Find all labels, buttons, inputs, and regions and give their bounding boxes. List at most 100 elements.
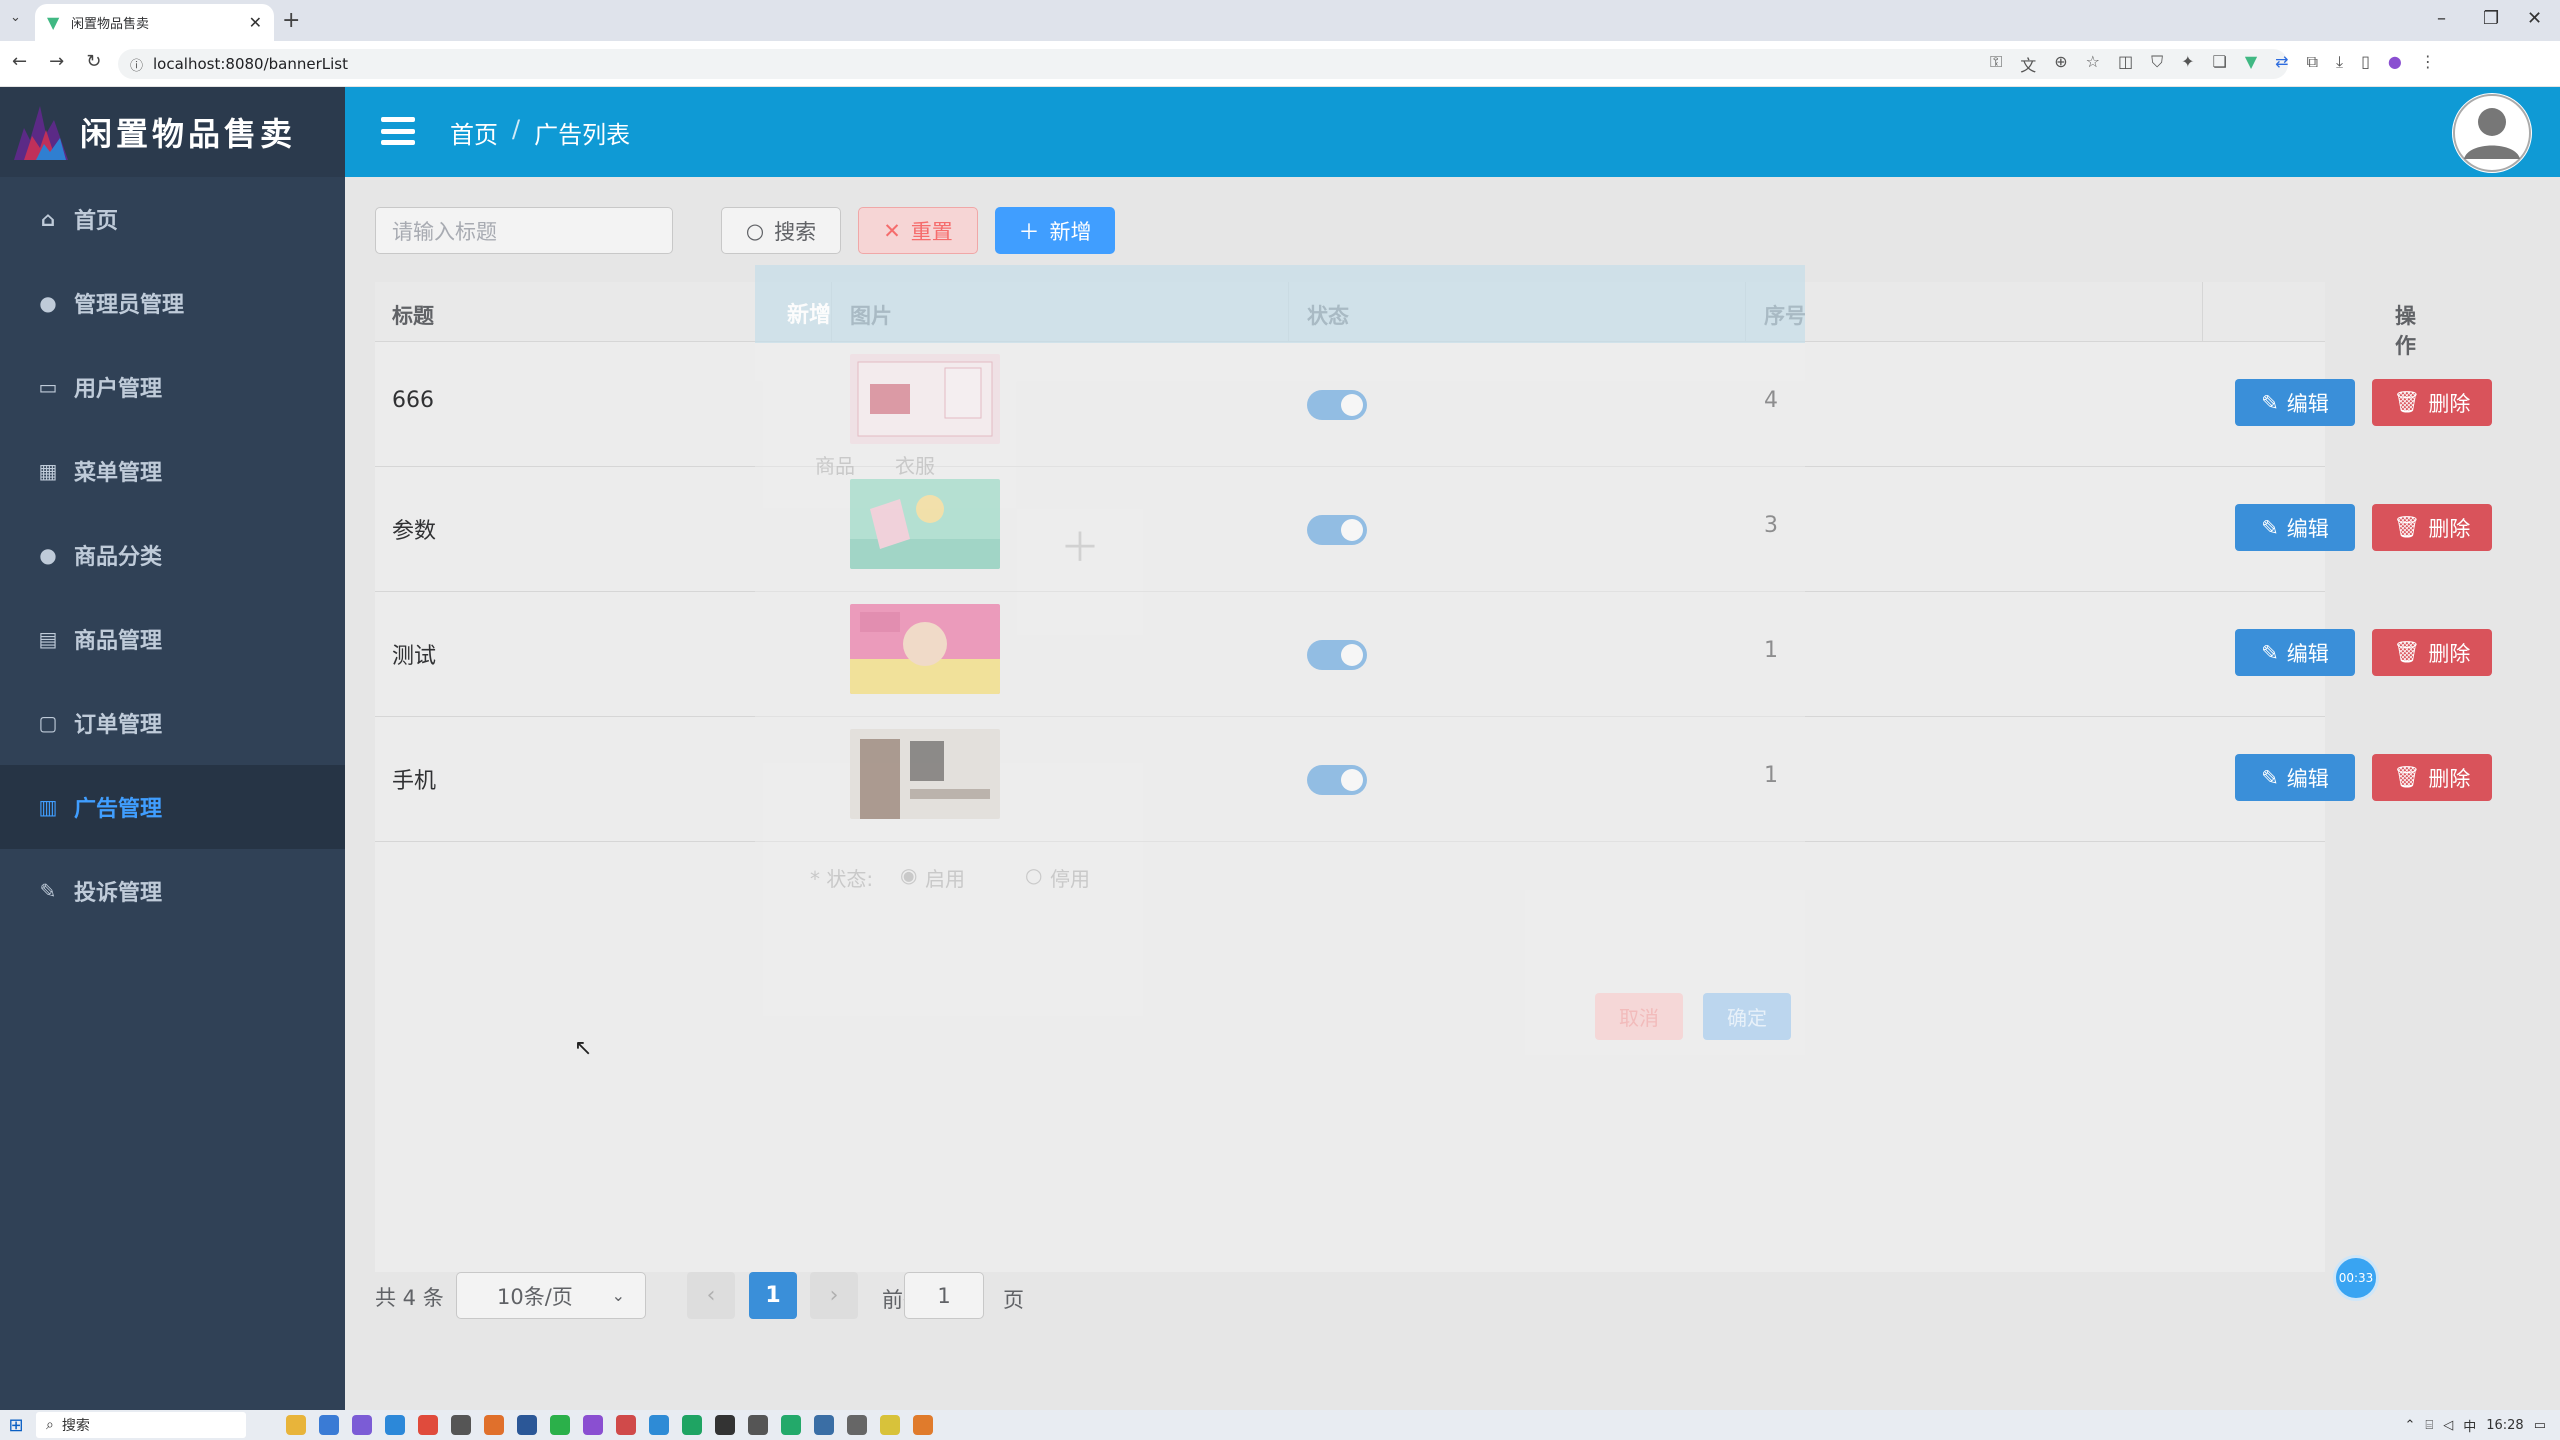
avatar[interactable] [2452, 93, 2532, 173]
download-icon[interactable]: ⤓ [2336, 52, 2343, 76]
volume-icon[interactable]: ◁ [2443, 1418, 2453, 1433]
sidebar-item-label: 投诉管理 [74, 881, 163, 906]
sidebar-item[interactable]: ▢ 订单管理 [0, 681, 345, 765]
tab-search-icon[interactable]: ⌄ [10, 10, 21, 25]
app-icon[interactable] [583, 1415, 603, 1435]
app-icon[interactable] [352, 1415, 372, 1435]
dialog-goods-value[interactable]: 衣服 [895, 450, 935, 479]
trash-icon: 🗑 [2393, 765, 2421, 789]
key-icon[interactable]: ⚿ [1990, 52, 2002, 76]
profile-icon[interactable]: ● [2388, 52, 2402, 76]
page-size-select[interactable]: 10条/页 ⌄ [456, 1272, 646, 1319]
app-icon[interactable] [385, 1415, 405, 1435]
edit-button-label: 编辑 [2286, 766, 2329, 791]
tray-chevron-icon[interactable]: ⌃ [2405, 1418, 2416, 1433]
sidebar-item[interactable]: ▤ 商品管理 [0, 597, 345, 681]
new-tab-button[interactable]: + [282, 8, 300, 33]
app-icon[interactable] [517, 1415, 537, 1435]
star-icon[interactable]: ☆ [2086, 52, 2100, 76]
back-icon[interactable]: ← [12, 51, 27, 72]
status-radio-off-icon[interactable]: ○ [1025, 863, 1042, 887]
app-icon[interactable] [748, 1415, 768, 1435]
upload-plus-icon[interactable]: ＋ [1060, 515, 1100, 573]
app-icon[interactable] [814, 1415, 834, 1435]
translate-icon[interactable]: 文 [2020, 52, 2036, 76]
tab-close-icon[interactable]: ✕ [249, 13, 262, 32]
app-icon[interactable] [451, 1415, 471, 1435]
url-text: localhost:8080/bannerList [153, 55, 348, 73]
windows-start-icon[interactable]: ⊞ [4, 1410, 28, 1440]
shield-icon[interactable]: ⛉ [2151, 52, 2163, 76]
firefox-icon[interactable] [484, 1415, 504, 1435]
delete-button[interactable]: 🗑 删除 [2372, 504, 2492, 551]
chrome-icon[interactable] [418, 1415, 438, 1435]
forward-icon[interactable]: → [49, 51, 64, 72]
prev-page-button[interactable]: ‹ [687, 1272, 735, 1319]
extensions-icon[interactable]: ⧉ [2307, 52, 2318, 76]
hamburger-icon[interactable] [381, 117, 415, 145]
delete-button[interactable]: 🗑 删除 [2372, 629, 2492, 676]
edit-button[interactable]: ✎ 编辑 [2235, 629, 2355, 676]
sidebar-item[interactable]: ✎ 投诉管理 [0, 849, 345, 933]
store-icon[interactable] [319, 1415, 339, 1435]
dialog-cancel-button[interactable]: 取消 [1595, 993, 1683, 1040]
dialog-confirm-button[interactable]: 确定 [1703, 993, 1791, 1040]
breadcrumb-home[interactable]: 首页 [450, 115, 498, 150]
notification-icon[interactable]: ▭ [2534, 1418, 2546, 1433]
app-icon[interactable] [682, 1415, 702, 1435]
sidebar-item[interactable]: ● 商品分类 [0, 513, 345, 597]
delete-button[interactable]: 🗑 删除 [2372, 379, 2492, 426]
sidebar-item[interactable]: ▭ 用户管理 [0, 345, 345, 429]
copy-icon[interactable]: ❏ [2213, 52, 2227, 76]
ime-indicator[interactable]: 中 [2463, 1416, 2476, 1435]
clock[interactable]: 16:28 [2486, 1418, 2523, 1433]
menu-icon[interactable]: ⋮ [2420, 52, 2436, 76]
sidebar-item[interactable]: ⌂ 首页 [0, 177, 345, 261]
delete-button[interactable]: 🗑 删除 [2372, 754, 2492, 801]
edit-button[interactable]: ✎ 编辑 [2235, 504, 2355, 551]
translate-ext-icon[interactable]: ⇄ [2275, 52, 2288, 76]
add-button[interactable]: ＋ 新增 [995, 207, 1115, 254]
edit-button[interactable]: ✎ 编辑 [2235, 379, 2355, 426]
sidepanel-icon[interactable]: ▯ [2361, 52, 2370, 76]
app-icon[interactable] [880, 1415, 900, 1435]
sidebar-item-label: 订单管理 [74, 713, 163, 738]
app-icon[interactable] [781, 1415, 801, 1435]
camera-icon[interactable]: ◫ [2118, 52, 2133, 76]
app-icon[interactable] [649, 1415, 669, 1435]
status-option-enable[interactable]: 启用 [925, 863, 965, 892]
puzzle-icon[interactable]: ✦ [2181, 52, 2194, 76]
search-app-icon[interactable] [913, 1415, 933, 1435]
file-explorer-icon[interactable] [286, 1415, 306, 1435]
reset-button[interactable]: ✕ 重置 [858, 207, 978, 254]
zoom-icon[interactable]: ⊕ [2054, 52, 2067, 76]
sidebar-item[interactable]: ● 管理员管理 [0, 261, 345, 345]
restore-icon[interactable]: ❐ [2483, 8, 2499, 29]
app-icon[interactable] [715, 1415, 735, 1435]
sidebar-item[interactable]: ▥ 广告管理 [0, 765, 345, 849]
network-icon[interactable]: ⌸ [2425, 1418, 2433, 1433]
url-field[interactable]: ⓘ localhost:8080/bannerList [118, 49, 2288, 79]
minimize-icon[interactable]: – [2437, 8, 2446, 29]
app-icon[interactable] [616, 1415, 636, 1435]
page-number-current[interactable]: 1 [749, 1272, 797, 1319]
sidebar-item[interactable]: ▦ 菜单管理 [0, 429, 345, 513]
reload-icon[interactable]: ↻ [86, 51, 101, 72]
recording-timer[interactable]: 00:33 [2333, 1255, 2379, 1301]
browser-tab[interactable]: ▼ 闲置物品售卖 ✕ [35, 4, 274, 41]
app-icon[interactable] [847, 1415, 867, 1435]
next-page-button[interactable]: › [810, 1272, 858, 1319]
edit-button[interactable]: ✎ 编辑 [2235, 754, 2355, 801]
edit-icon: ✎ [2261, 640, 2279, 665]
title-search-input[interactable]: 请输入标题 [375, 207, 673, 254]
close-window-icon[interactable]: ✕ [2527, 8, 2542, 29]
vue-devtools-icon[interactable]: ▼ [2245, 52, 2257, 76]
mouse-cursor-icon: ↖ [574, 1036, 593, 1061]
status-radio-on-icon[interactable]: ◉ [900, 863, 917, 887]
site-info-icon[interactable]: ⓘ [130, 55, 143, 74]
taskbar-search[interactable]: ⌕ 搜索 [36, 1412, 246, 1438]
goto-page-input[interactable]: 1 [904, 1272, 984, 1319]
status-option-disable[interactable]: 停用 [1050, 863, 1090, 892]
wechat-icon[interactable] [550, 1415, 570, 1435]
search-button[interactable]: ○ 搜索 [721, 207, 841, 254]
